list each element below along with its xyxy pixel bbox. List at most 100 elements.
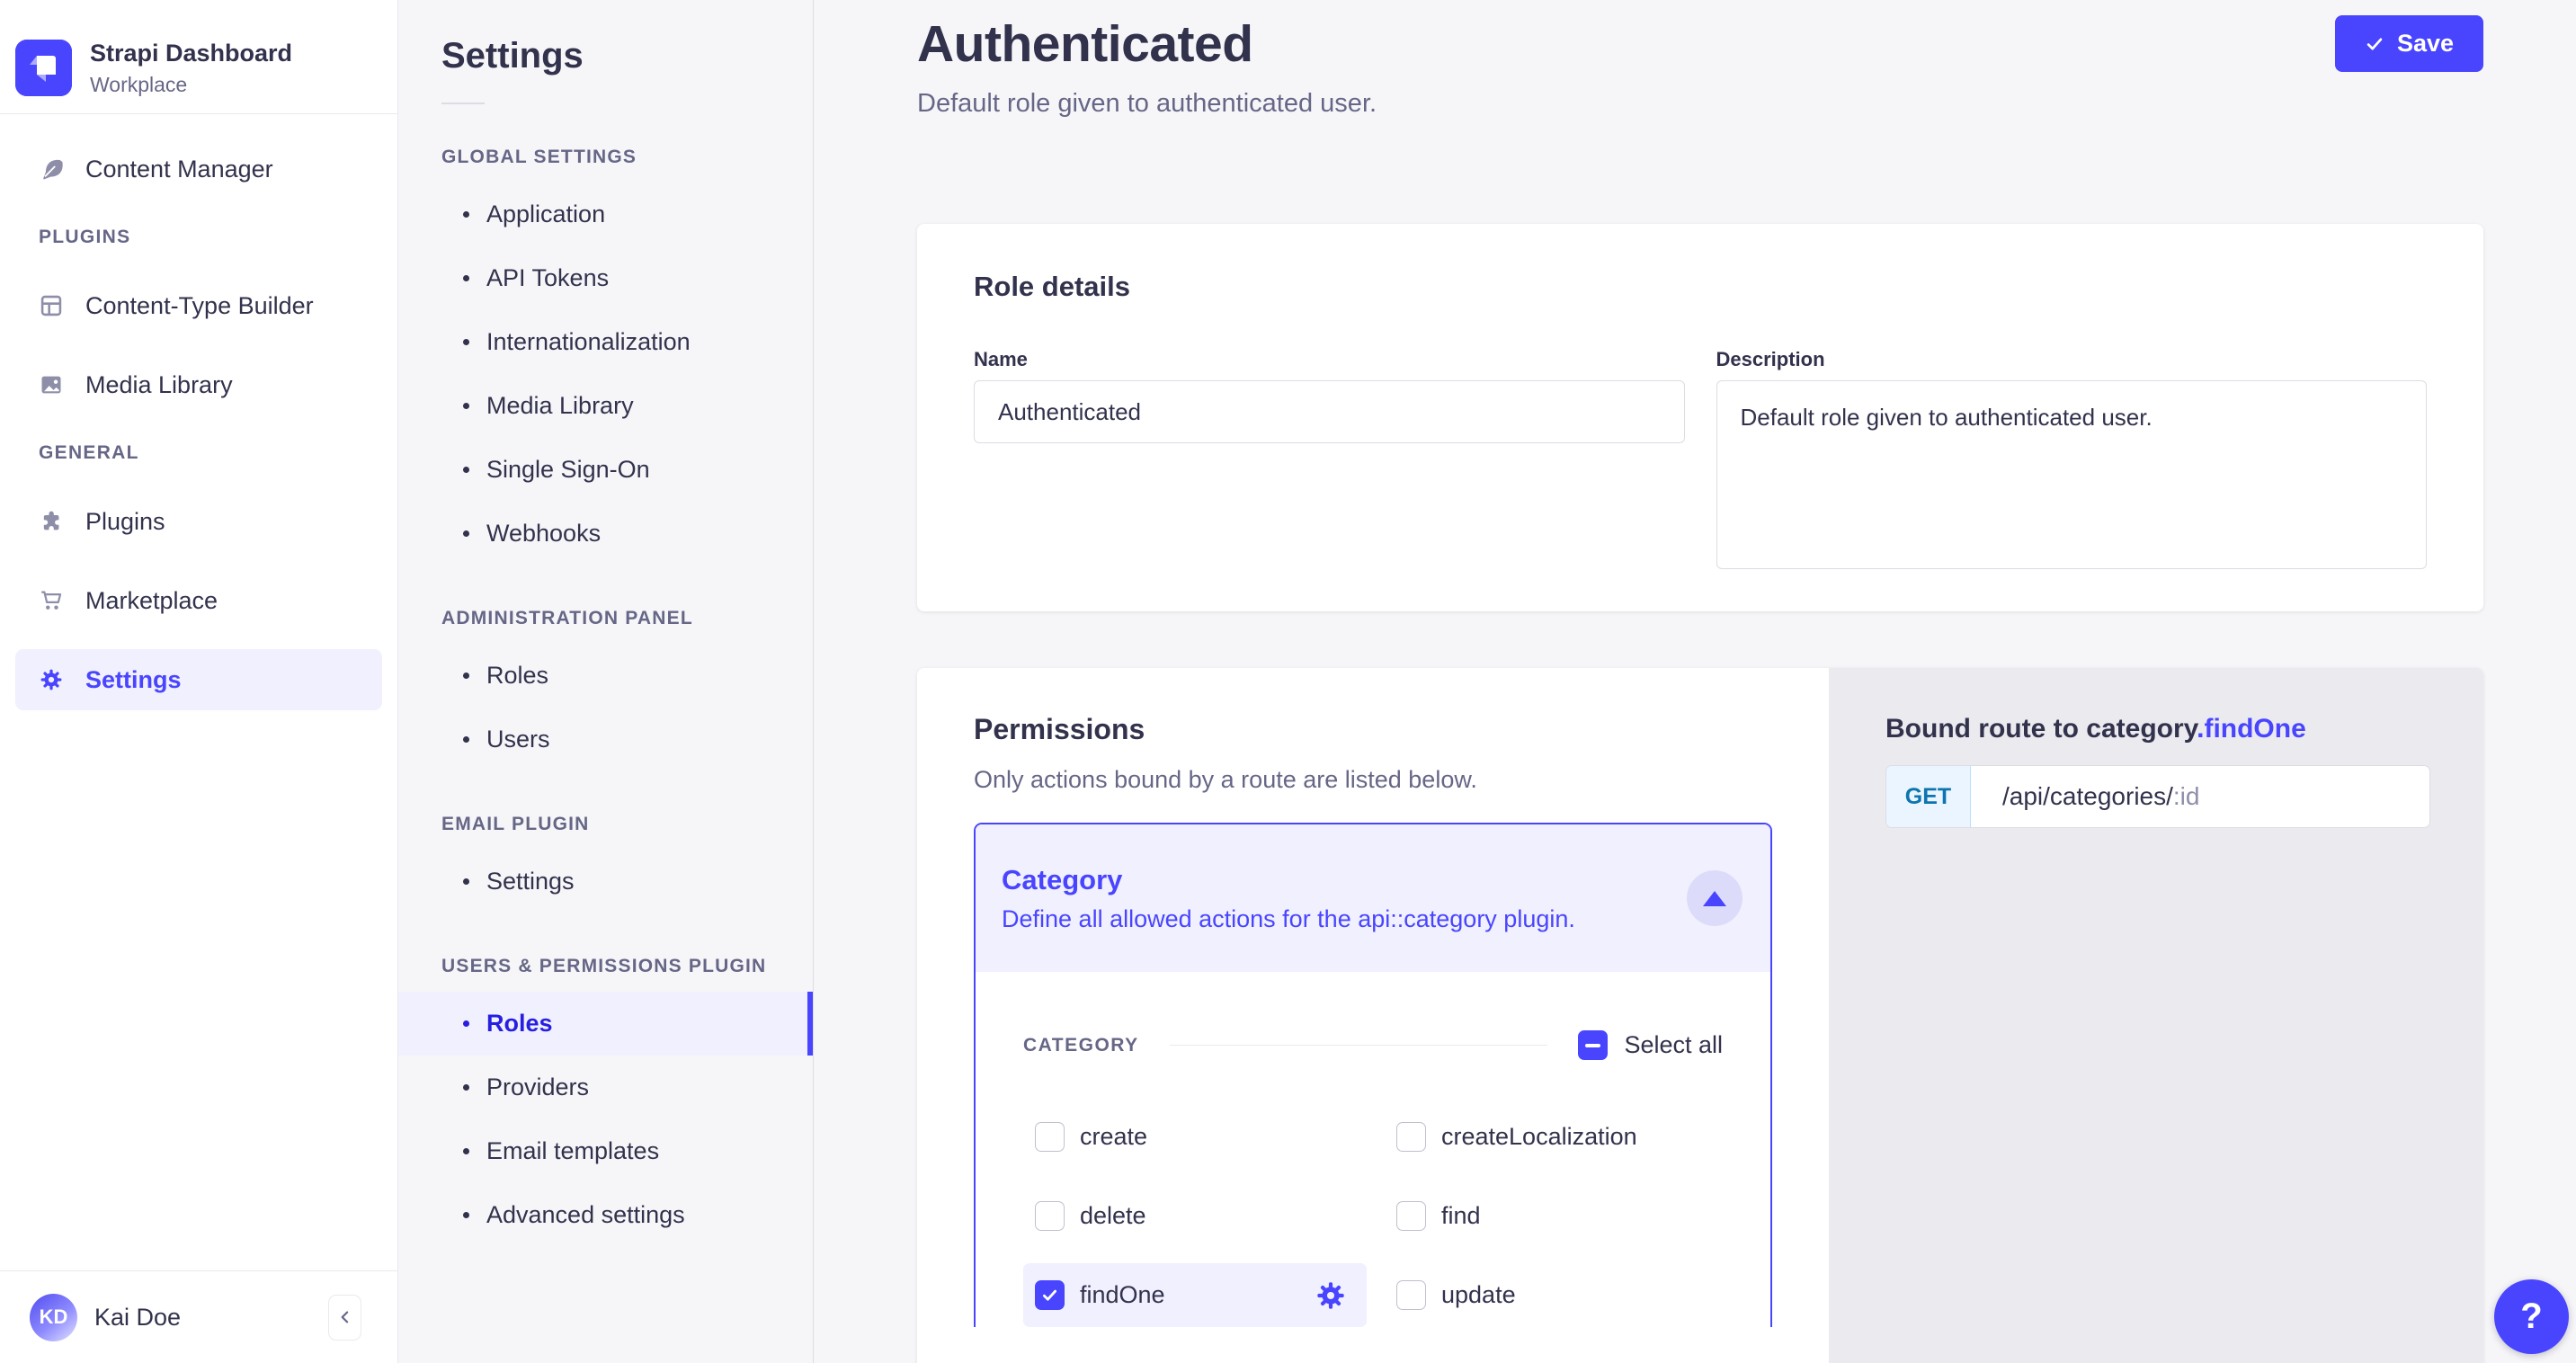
save-button-label: Save xyxy=(2397,30,2454,58)
name-label: Name xyxy=(974,348,1685,371)
route-path-param: :id xyxy=(2173,782,2200,811)
name-field-group: Name xyxy=(974,348,1685,574)
brand-home-link[interactable]: Strapi Dashboard Workplace xyxy=(0,0,397,114)
user-name: Kai Doe xyxy=(94,1304,181,1332)
createLocalization-checkbox[interactable] xyxy=(1396,1122,1426,1152)
sidebar-item-settings[interactable]: Settings xyxy=(15,649,382,710)
permission-find: find xyxy=(1385,1184,1746,1248)
subnav-item-application[interactable]: Application xyxy=(398,183,813,246)
sidebar-item-label: Content-Type Builder xyxy=(85,292,314,320)
bullet-icon xyxy=(463,211,469,218)
cart-icon xyxy=(39,588,64,613)
subnav-section-global-settings: GLOBAL SETTINGS xyxy=(398,146,813,168)
subnav-item-label: Media Library xyxy=(486,392,634,420)
check-icon xyxy=(2365,34,2384,54)
permission-label: create xyxy=(1080,1123,1147,1151)
subnav-item-internationalization[interactable]: Internationalization xyxy=(398,310,813,374)
brand-title: Strapi Dashboard xyxy=(90,39,292,69)
subnav-item-label: Single Sign-On xyxy=(486,456,650,484)
route-display: GET /api/categories/:id xyxy=(1885,765,2430,828)
avatar[interactable]: KD xyxy=(30,1294,77,1341)
findOne-settings-button[interactable] xyxy=(1315,1279,1347,1312)
layout-icon xyxy=(39,293,64,318)
chevron-up-icon xyxy=(1703,891,1726,906)
select-all-checkbox[interactable] xyxy=(1578,1030,1608,1060)
bullet-icon xyxy=(463,736,469,743)
subnav-divider xyxy=(441,102,485,104)
sidebar-item-marketplace[interactable]: Marketplace xyxy=(15,570,382,631)
sidebar-item-label: Settings xyxy=(85,666,182,694)
subnav-item-label: Settings xyxy=(486,868,575,895)
sidebar-item-media-library[interactable]: Media Library xyxy=(15,354,382,415)
permissions-subtitle: Only actions bound by a route are listed… xyxy=(974,765,1773,794)
subnav-item-single-sign-on[interactable]: Single Sign-On xyxy=(398,438,813,502)
permission-update: update xyxy=(1385,1263,1746,1327)
delete-checkbox[interactable] xyxy=(1035,1201,1065,1231)
category-accordion-header[interactable]: Category Define all allowed actions for … xyxy=(976,824,1770,972)
subnav-item-up-roles[interactable]: Roles xyxy=(398,992,813,1056)
strapi-logo-icon xyxy=(15,40,72,96)
subnav-item-label: Email templates xyxy=(486,1137,659,1165)
subnav-item-label: Roles xyxy=(486,662,548,690)
category-accordion-text: Category Define all allowed actions for … xyxy=(1002,864,1575,933)
permission-findOne: findOne xyxy=(1023,1263,1367,1327)
permission-label: update xyxy=(1441,1281,1516,1309)
bullet-icon xyxy=(463,1212,469,1218)
permission-createLocalization: createLocalization xyxy=(1385,1105,1746,1169)
name-input[interactable] xyxy=(974,380,1685,443)
permissions-heading: Permissions xyxy=(974,713,1773,745)
collapse-sidebar-button[interactable] xyxy=(328,1295,361,1341)
description-field-group: Description xyxy=(1716,348,2428,574)
subnav-item-email-settings[interactable]: Settings xyxy=(398,850,813,913)
settings-subnav: Settings GLOBAL SETTINGS Application API… xyxy=(398,0,814,1363)
bullet-icon xyxy=(463,673,469,679)
category-group-label: CATEGORY xyxy=(1023,1035,1139,1056)
page-header: Authenticated Default role given to auth… xyxy=(814,0,2576,119)
group-divider xyxy=(1170,1045,1548,1046)
collapse-accordion-button[interactable] xyxy=(1687,870,1743,926)
subnav-item-advanced-settings[interactable]: Advanced settings xyxy=(398,1183,813,1247)
subnav-item-providers[interactable]: Providers xyxy=(398,1056,813,1119)
bullet-icon xyxy=(463,1148,469,1154)
help-button[interactable]: ? xyxy=(2494,1279,2569,1354)
findOne-checkbox[interactable] xyxy=(1035,1280,1065,1310)
category-accordion-description: Define all allowed actions for the api::… xyxy=(1002,904,1575,933)
page-header-text: Authenticated Default role given to auth… xyxy=(917,15,1377,119)
chevron-left-icon xyxy=(336,1308,354,1326)
bullet-icon xyxy=(463,878,469,885)
description-label: Description xyxy=(1716,348,2428,371)
bullet-icon xyxy=(463,467,469,473)
role-details-heading: Role details xyxy=(974,271,2427,303)
save-button[interactable]: Save xyxy=(2335,15,2483,72)
main-sidebar: Strapi Dashboard Workplace Content Manag… xyxy=(0,0,398,1363)
page-title: Authenticated xyxy=(917,15,1377,73)
subnav-item-label: Webhooks xyxy=(486,520,601,548)
subnav-item-api-tokens[interactable]: API Tokens xyxy=(398,246,813,310)
subnav-item-webhooks[interactable]: Webhooks xyxy=(398,502,813,566)
sidebar-item-plugins[interactable]: Plugins xyxy=(15,491,382,552)
description-input[interactable] xyxy=(1716,380,2428,569)
sidebar-item-content-type-builder[interactable]: Content-Type Builder xyxy=(15,275,382,336)
subnav-item-email-templates[interactable]: Email templates xyxy=(398,1119,813,1183)
permission-label: delete xyxy=(1080,1202,1146,1230)
bound-route-heading: Bound route to category.findOne xyxy=(1885,713,2483,745)
subnav-section-users-permissions-plugin: USERS & PERMISSIONS PLUGIN xyxy=(398,955,813,977)
subnav-item-media-library[interactable]: Media Library xyxy=(398,374,813,438)
brand-text: Strapi Dashboard Workplace xyxy=(90,39,292,97)
find-checkbox[interactable] xyxy=(1396,1201,1426,1231)
gear-icon xyxy=(1315,1279,1347,1312)
bound-route-prefix: Bound route to category xyxy=(1885,714,2197,744)
subnav-item-admin-roles[interactable]: Roles xyxy=(398,644,813,708)
bullet-icon xyxy=(463,530,469,537)
permission-label: findOne xyxy=(1080,1281,1165,1309)
subnav-section-administration-panel: ADMINISTRATION PANEL xyxy=(398,607,813,629)
subnav-item-admin-users[interactable]: Users xyxy=(398,708,813,771)
create-checkbox[interactable] xyxy=(1035,1122,1065,1152)
permission-label: createLocalization xyxy=(1441,1123,1637,1151)
http-method-badge: GET xyxy=(1886,766,1971,827)
bullet-icon xyxy=(463,1020,469,1027)
update-checkbox[interactable] xyxy=(1396,1280,1426,1310)
subnav-item-label: Users xyxy=(486,726,550,753)
subnav-section-email-plugin: EMAIL PLUGIN xyxy=(398,813,813,835)
sidebar-item-content-manager[interactable]: Content Manager xyxy=(15,138,382,200)
